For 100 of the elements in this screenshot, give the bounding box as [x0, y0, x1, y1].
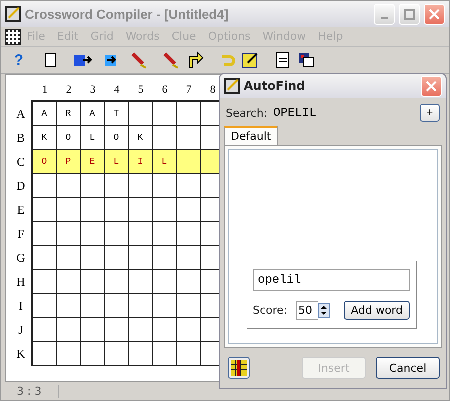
- grid-cell[interactable]: [129, 174, 153, 198]
- grid-cell[interactable]: [57, 246, 81, 270]
- grid-cell[interactable]: [105, 270, 129, 294]
- grid-cell[interactable]: [57, 342, 81, 366]
- maximize-button[interactable]: [399, 4, 420, 24]
- grid-cell[interactable]: [153, 270, 177, 294]
- grid-cell[interactable]: [129, 318, 153, 342]
- score-field[interactable]: 50: [296, 301, 318, 320]
- grid-cell[interactable]: K: [33, 126, 57, 150]
- palette-icon[interactable]: [297, 50, 317, 70]
- status-text: 3 : 3: [7, 384, 59, 398]
- grid-cell[interactable]: [153, 126, 177, 150]
- grid-cell[interactable]: [81, 318, 105, 342]
- grid-cell[interactable]: I: [129, 150, 153, 174]
- grid-cell[interactable]: [81, 174, 105, 198]
- grid-cell[interactable]: [177, 126, 201, 150]
- grid-cell[interactable]: [105, 342, 129, 366]
- grid-cell[interactable]: [177, 246, 201, 270]
- grid-cell[interactable]: A: [33, 102, 57, 126]
- grid-cell[interactable]: [177, 342, 201, 366]
- grid-cell[interactable]: R: [57, 102, 81, 126]
- grid-cell[interactable]: [33, 270, 57, 294]
- spinner-arrows-icon[interactable]: [318, 303, 330, 318]
- grid-cell[interactable]: P: [57, 150, 81, 174]
- row-letter: I: [18, 298, 24, 314]
- grid-cell[interactable]: [81, 294, 105, 318]
- grid-cell[interactable]: [129, 342, 153, 366]
- add-button[interactable]: +: [420, 104, 440, 122]
- grid-cell[interactable]: [105, 294, 129, 318]
- grid-cell[interactable]: [177, 174, 201, 198]
- row-letter: F: [16, 226, 26, 242]
- grid-cell[interactable]: [81, 246, 105, 270]
- grid-cell[interactable]: [81, 342, 105, 366]
- grid-cell[interactable]: [153, 102, 177, 126]
- app-icon: [5, 6, 21, 22]
- grid-cell[interactable]: [57, 294, 81, 318]
- word-field[interactable]: opelil: [253, 269, 410, 291]
- grid-cell[interactable]: [129, 270, 153, 294]
- grid-cell[interactable]: [33, 198, 57, 222]
- grid-fill-button[interactable]: [228, 357, 250, 379]
- grid-cell[interactable]: [153, 198, 177, 222]
- grid-cell[interactable]: O: [33, 150, 57, 174]
- grid-cell[interactable]: [81, 198, 105, 222]
- grid-cell[interactable]: [105, 174, 129, 198]
- grid-cell[interactable]: [153, 342, 177, 366]
- grid-cell[interactable]: [105, 318, 129, 342]
- grid-cell[interactable]: [129, 102, 153, 126]
- grid-cell[interactable]: [153, 246, 177, 270]
- grid-cell[interactable]: [105, 198, 129, 222]
- grid-cell[interactable]: O: [57, 126, 81, 150]
- grid-cell[interactable]: [33, 246, 57, 270]
- grid-cell[interactable]: [129, 198, 153, 222]
- grid-cell[interactable]: [177, 222, 201, 246]
- close-button[interactable]: [424, 4, 445, 24]
- grid-cell[interactable]: [105, 246, 129, 270]
- grid-cell[interactable]: [33, 342, 57, 366]
- grid-cell[interactable]: E: [81, 150, 105, 174]
- grid-cell[interactable]: [57, 318, 81, 342]
- grid-cell[interactable]: [105, 222, 129, 246]
- search-value: OPELIL: [274, 106, 318, 120]
- grid-cell[interactable]: [57, 174, 81, 198]
- grid-cell[interactable]: [153, 294, 177, 318]
- row-letter: E: [16, 202, 26, 218]
- grid-cell[interactable]: [177, 270, 201, 294]
- add-word-button[interactable]: Add word: [344, 301, 410, 320]
- grid-cell[interactable]: L: [81, 126, 105, 150]
- grid-cell[interactable]: [177, 294, 201, 318]
- row-letter: K: [16, 346, 26, 362]
- grid-cell[interactable]: [177, 150, 201, 174]
- grid-cell[interactable]: [129, 246, 153, 270]
- grid-cell[interactable]: [153, 318, 177, 342]
- grid-cell[interactable]: [81, 222, 105, 246]
- close-button[interactable]: [421, 76, 442, 96]
- grid-cell[interactable]: T: [105, 102, 129, 126]
- grid-cell[interactable]: K: [129, 126, 153, 150]
- cancel-button[interactable]: Cancel: [376, 357, 440, 379]
- grid-cell[interactable]: [153, 174, 177, 198]
- grid-cell[interactable]: [33, 318, 57, 342]
- grid-cell[interactable]: A: [81, 102, 105, 126]
- minimize-button[interactable]: [374, 4, 395, 24]
- grid-cell[interactable]: O: [105, 126, 129, 150]
- grid-cell[interactable]: [33, 222, 57, 246]
- close-icon: [429, 8, 440, 20]
- grid-cell[interactable]: [33, 294, 57, 318]
- grid-cell[interactable]: [81, 270, 105, 294]
- column-number: 1: [41, 83, 49, 98]
- grid-cell[interactable]: [33, 174, 57, 198]
- grid-cell[interactable]: [57, 270, 81, 294]
- search-label: Search:: [226, 106, 268, 120]
- grid-cell[interactable]: [153, 222, 177, 246]
- grid-cell[interactable]: [57, 222, 81, 246]
- grid-cell[interactable]: L: [105, 150, 129, 174]
- tab[interactable]: Default: [224, 126, 278, 145]
- grid-cell[interactable]: [177, 102, 201, 126]
- grid-cell[interactable]: [177, 318, 201, 342]
- grid-cell[interactable]: L: [153, 150, 177, 174]
- grid-cell[interactable]: [129, 294, 153, 318]
- grid-cell[interactable]: [129, 222, 153, 246]
- grid-cell[interactable]: [177, 198, 201, 222]
- grid-cell[interactable]: [57, 198, 81, 222]
